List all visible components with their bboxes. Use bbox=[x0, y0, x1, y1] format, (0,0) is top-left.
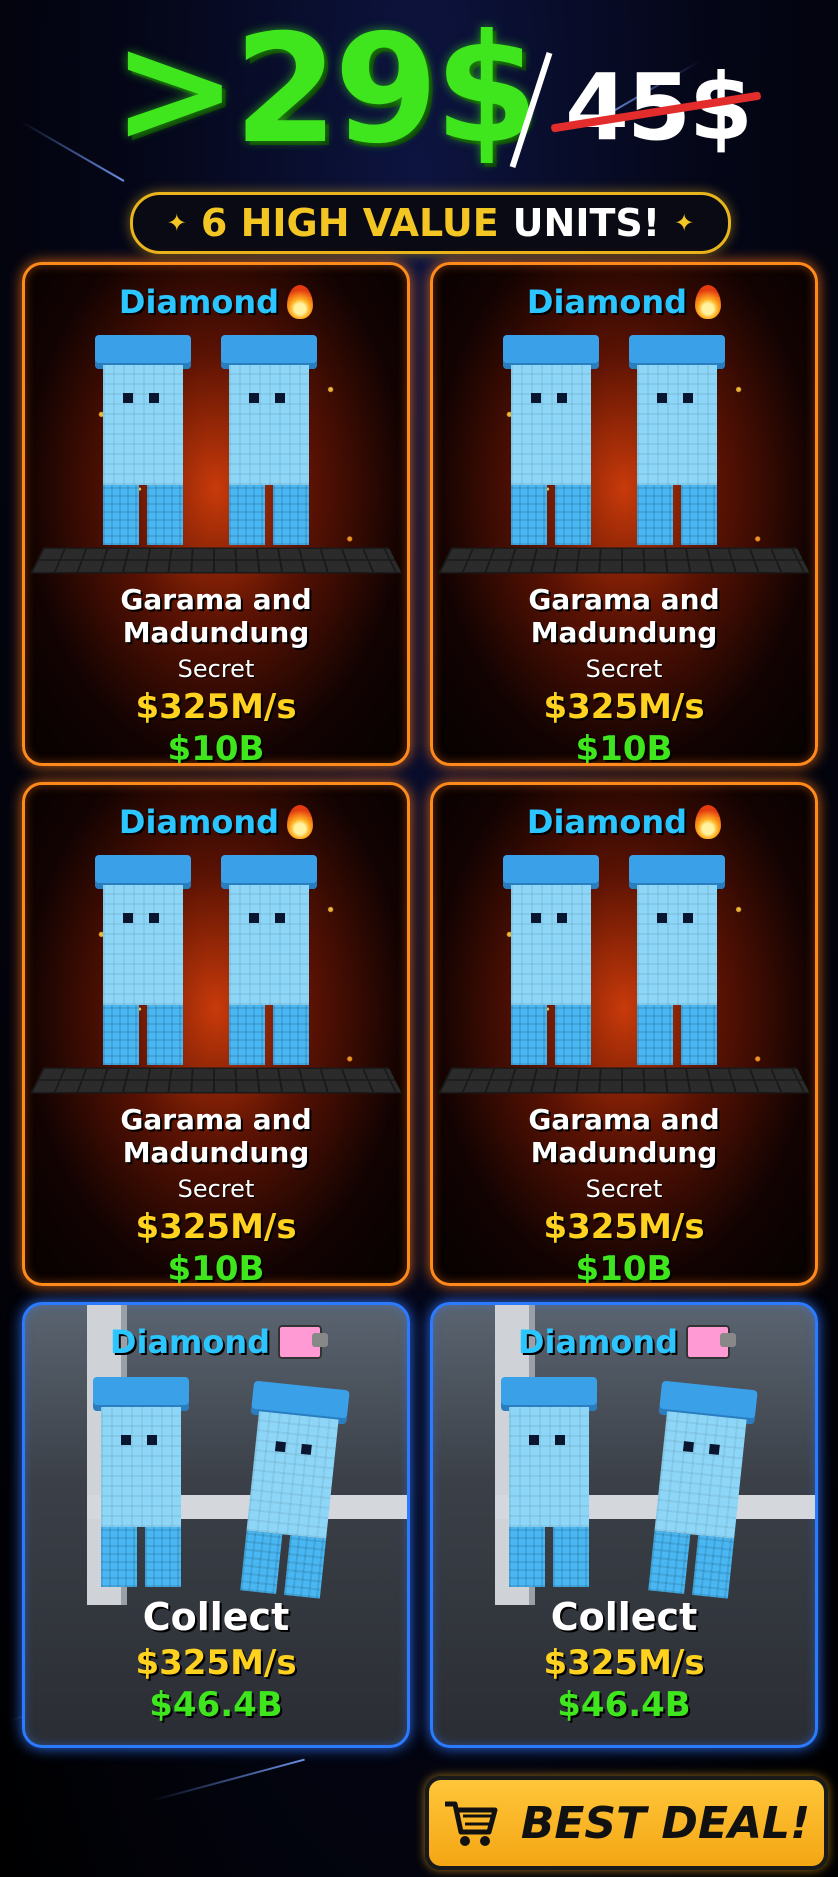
unit-name: Garama and Madundung bbox=[120, 583, 312, 649]
tier-name: Diamond bbox=[118, 803, 280, 841]
nyan-cat-icon bbox=[686, 1325, 737, 1359]
unit-info: Garama and Madundung Secret $325M/s $10B bbox=[25, 583, 407, 766]
unit-figure bbox=[221, 335, 317, 545]
fire-icon bbox=[287, 285, 314, 319]
tier-label: Diamond bbox=[433, 1323, 815, 1361]
unit-rate: $325M/s bbox=[543, 687, 705, 727]
unit-info: Collect $325M/s $46.4B bbox=[25, 1595, 407, 1725]
unit-figure bbox=[95, 335, 191, 545]
price-header: >29$ 45$ ✦ 6 HIGH VALUE UNITS! ✦ bbox=[0, 0, 838, 254]
tier-name: Diamond bbox=[118, 283, 280, 321]
unit-figure bbox=[629, 855, 725, 1065]
platform bbox=[30, 547, 402, 574]
unit-info: Collect $325M/s $46.4B bbox=[433, 1595, 815, 1725]
tier-label: Diamond bbox=[433, 803, 815, 841]
unit-rate: $325M/s bbox=[543, 1643, 705, 1683]
unit-value: $46.4B bbox=[149, 1685, 283, 1725]
unit-figure bbox=[95, 855, 191, 1065]
unit-rarity: Secret bbox=[177, 655, 255, 683]
fire-icon bbox=[287, 805, 314, 839]
unit-info: Garama and Madundung Secret $325M/s $10B bbox=[433, 583, 815, 766]
tier-name: Diamond bbox=[517, 1323, 679, 1361]
unit-figure bbox=[640, 1380, 758, 1600]
unit-rate: $325M/s bbox=[543, 1207, 705, 1247]
tier-label: Diamond bbox=[433, 283, 815, 321]
unit-rate: $325M/s bbox=[135, 687, 297, 727]
unit-name: Garama and Madundung bbox=[120, 1103, 312, 1169]
unit-figure bbox=[503, 855, 599, 1065]
banner-highlight-text: 6 HIGH VALUE bbox=[200, 201, 499, 245]
unit-info: Garama and Madundung Secret $325M/s $10B bbox=[25, 1103, 407, 1286]
unit-card[interactable]: Diamond Garama and Madundung Secret $325… bbox=[430, 262, 818, 766]
unit-value: $10B bbox=[575, 729, 673, 766]
unit-name: Garama and Madundung bbox=[528, 583, 720, 649]
new-price: >29$ bbox=[112, 3, 539, 177]
unit-rarity: Secret bbox=[585, 655, 663, 683]
unit-name: Garama and Madundung bbox=[528, 1103, 720, 1169]
platform bbox=[438, 547, 810, 574]
unit-figure bbox=[232, 1380, 350, 1600]
platform bbox=[30, 1067, 402, 1094]
unit-value: $10B bbox=[167, 729, 265, 766]
best-deal-button[interactable]: BEST DEAL! bbox=[425, 1776, 828, 1870]
star-icon: ✦ bbox=[674, 209, 695, 237]
unit-value: $46.4B bbox=[557, 1685, 691, 1725]
unit-card[interactable]: Diamond Collect $325M/s $46.4B bbox=[22, 1302, 410, 1748]
unit-figure bbox=[629, 335, 725, 545]
unit-rate: $325M/s bbox=[135, 1643, 297, 1683]
unit-figure bbox=[93, 1377, 189, 1587]
unit-card[interactable]: Diamond Garama and Madundung Secret $325… bbox=[22, 782, 410, 1286]
tier-label: Diamond bbox=[25, 1323, 407, 1361]
unit-card[interactable]: Diamond Collect $325M/s $46.4B bbox=[430, 1302, 818, 1748]
tier-name: Diamond bbox=[109, 1323, 271, 1361]
unit-rate: $325M/s bbox=[135, 1207, 297, 1247]
unit-value: $10B bbox=[575, 1249, 673, 1286]
best-deal-label: BEST DEAL! bbox=[520, 1797, 811, 1849]
fire-icon bbox=[695, 805, 722, 839]
collect-label: Collect bbox=[550, 1595, 698, 1639]
unit-rarity: Secret bbox=[177, 1175, 255, 1203]
unit-value: $10B bbox=[167, 1249, 265, 1286]
tier-label: Diamond bbox=[25, 283, 407, 321]
star-icon: ✦ bbox=[166, 209, 187, 237]
units-banner: ✦ 6 HIGH VALUE UNITS! ✦ bbox=[130, 192, 731, 254]
unit-info: Garama and Madundung Secret $325M/s $10B bbox=[433, 1103, 815, 1286]
unit-figure bbox=[503, 335, 599, 545]
unit-rarity: Secret bbox=[585, 1175, 663, 1203]
unit-card[interactable]: Diamond Garama and Madundung Secret $325… bbox=[22, 262, 410, 766]
unit-figure bbox=[221, 855, 317, 1065]
collect-label: Collect bbox=[142, 1595, 290, 1639]
fire-icon bbox=[695, 285, 722, 319]
light-streak bbox=[149, 1758, 305, 1802]
tier-name: Diamond bbox=[526, 283, 688, 321]
unit-figure bbox=[501, 1377, 597, 1587]
tier-label: Diamond bbox=[25, 803, 407, 841]
cart-icon bbox=[444, 1801, 498, 1846]
unit-card[interactable]: Diamond Garama and Madundung Secret $325… bbox=[430, 782, 818, 1286]
tier-name: Diamond bbox=[526, 803, 688, 841]
nyan-cat-icon bbox=[278, 1325, 329, 1359]
banner-text: UNITS! bbox=[512, 201, 661, 245]
